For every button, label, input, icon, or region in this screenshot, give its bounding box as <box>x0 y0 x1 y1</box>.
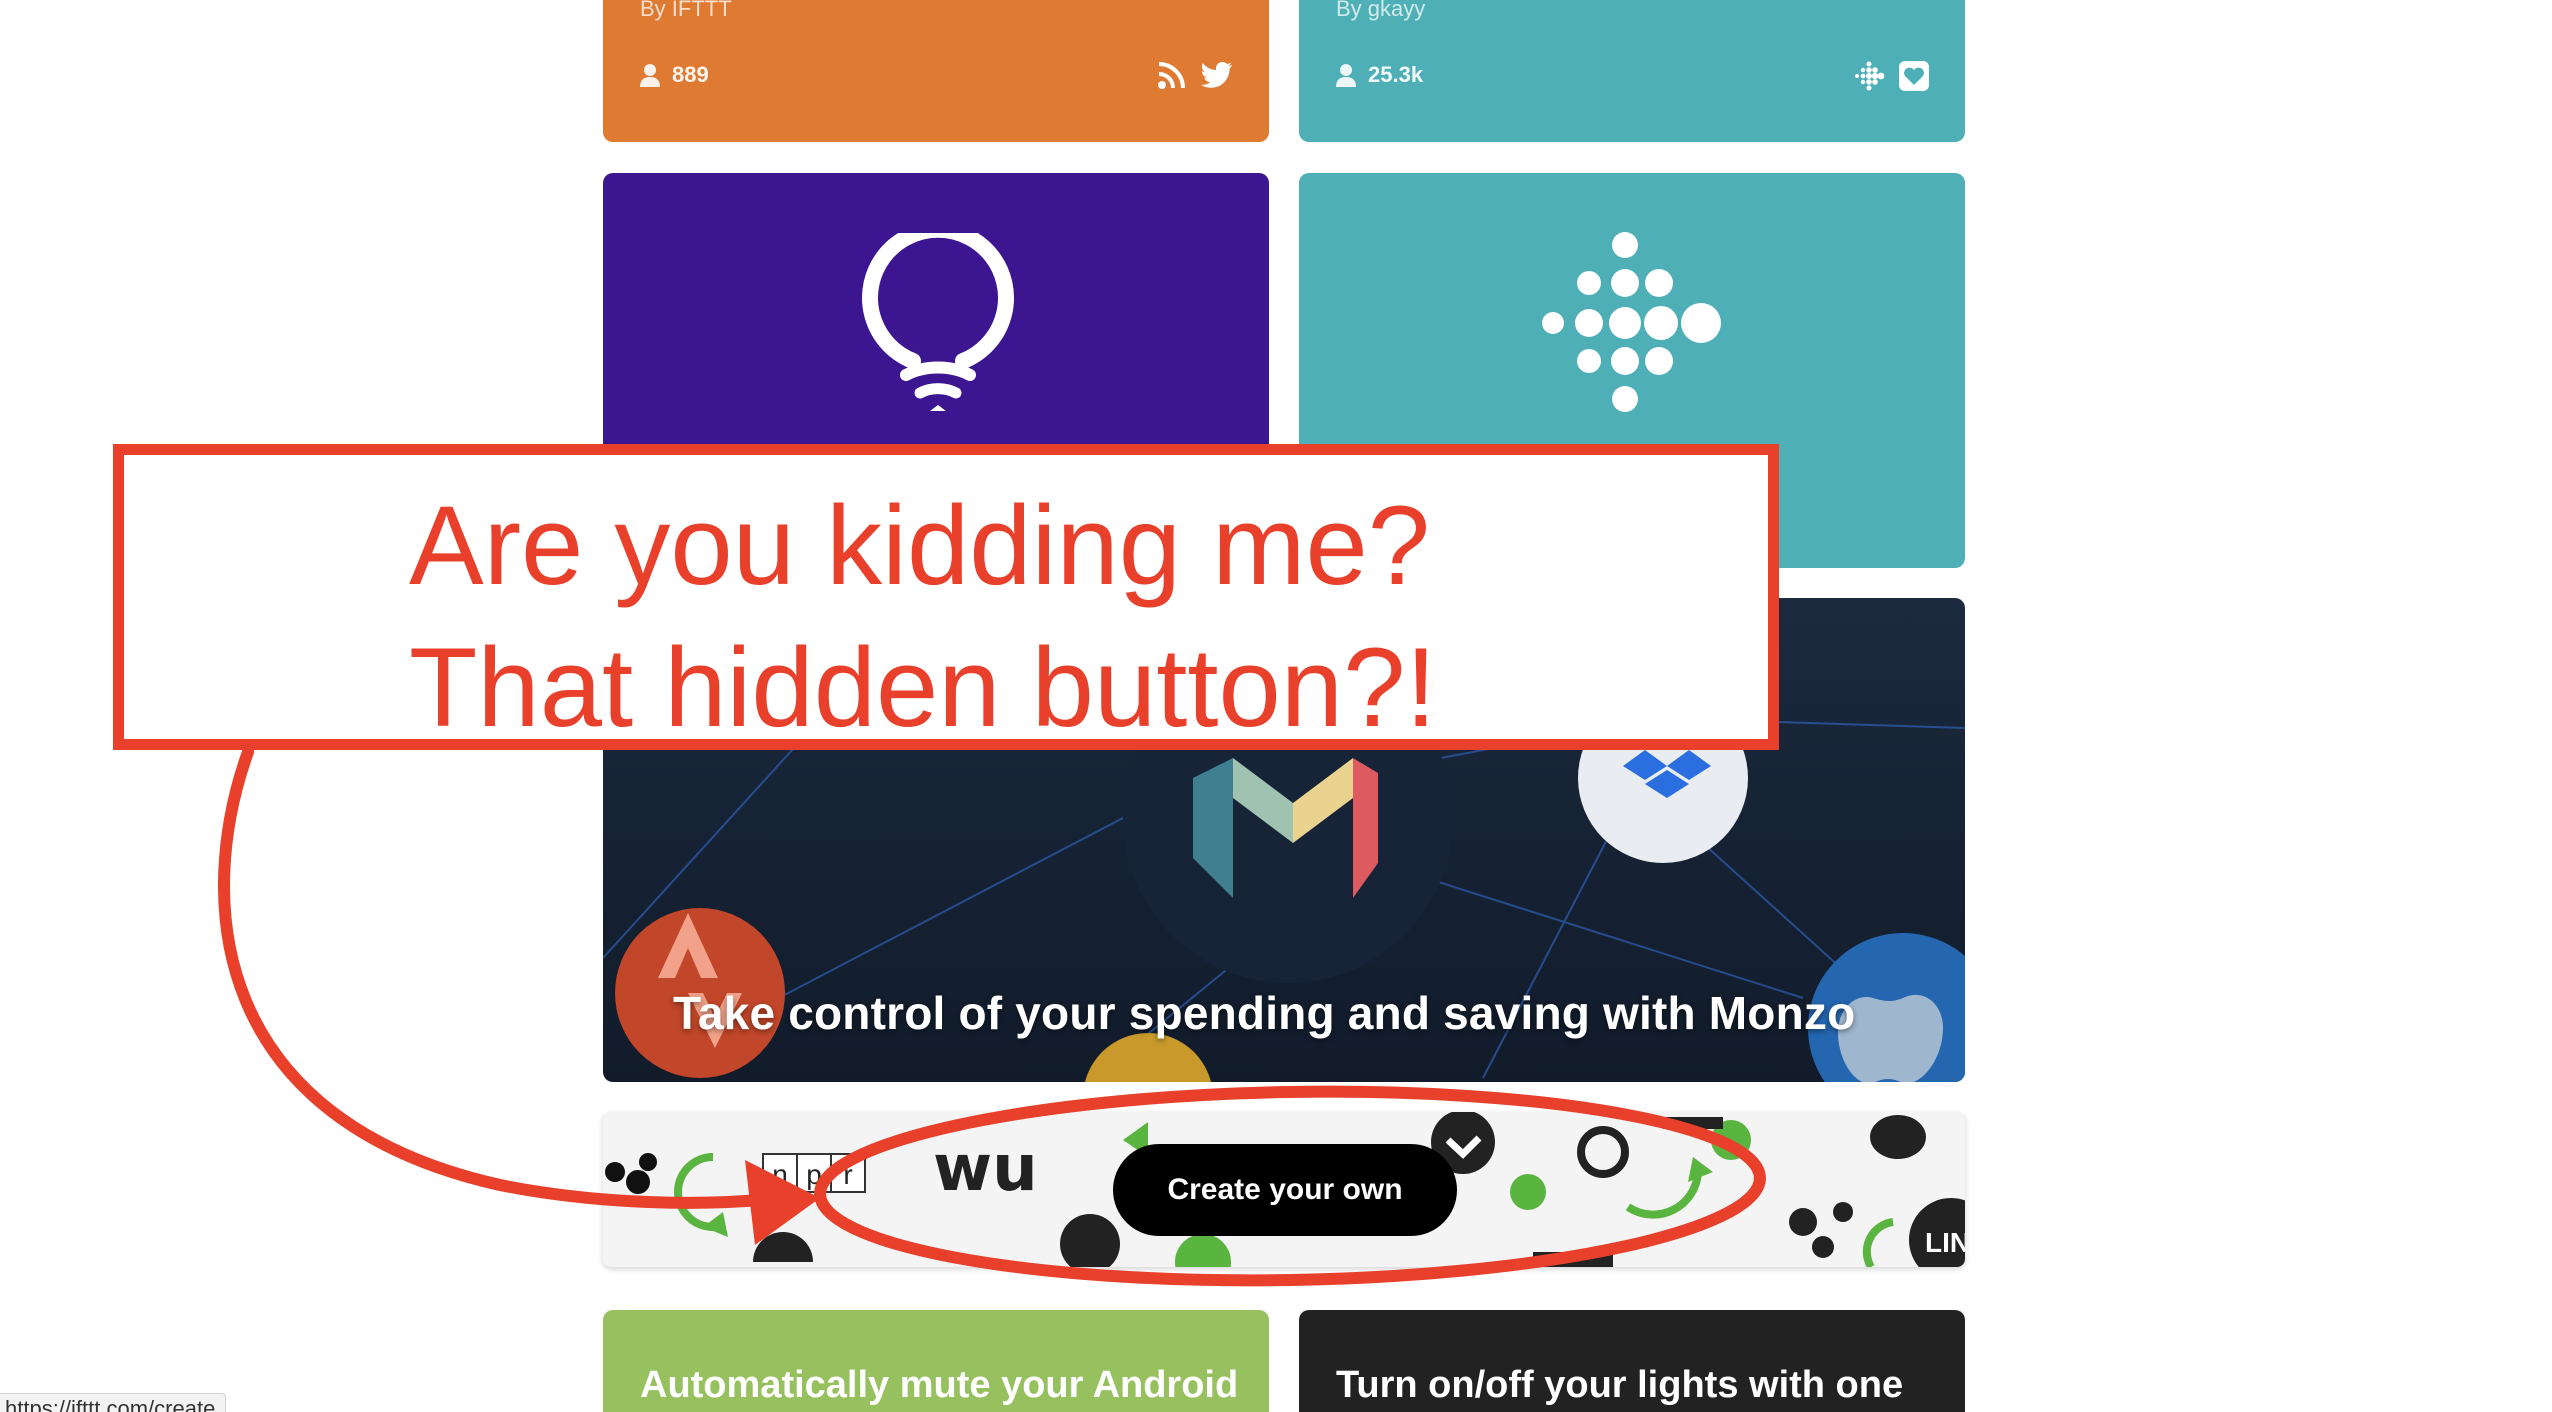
applet-user-count: 25.3k <box>1336 62 1423 88</box>
service-icons <box>1853 60 1929 92</box>
user-icon <box>1336 64 1356 87</box>
refresh-arrow-icon <box>674 1153 714 1231</box>
applet-card-gkayy[interactable]: By gkayy 25.3k <box>1299 0 1965 142</box>
line-logo-icon: LINE <box>1925 1227 1965 1258</box>
applet-title: Automatically mute your Android phone at… <box>640 1364 1239 1412</box>
applet-author: By IFTTT <box>640 0 732 21</box>
user-icon <box>640 64 660 87</box>
annotation-line-2: That hidden button?! <box>409 625 1437 750</box>
annotation-callout: Are you kidding me? That hidden button?! <box>113 444 1779 750</box>
applet-user-count: 889 <box>640 62 709 88</box>
npr-logo-icon: n p r <box>762 1153 866 1193</box>
annotation-line-1: Are you kidding me? <box>409 483 1431 608</box>
svg-text:r: r <box>843 1159 852 1190</box>
rss-icon <box>1158 62 1185 89</box>
status-bar-url: https://ifttt.com/create <box>0 1393 227 1412</box>
lifx-bulb-icon <box>862 233 1014 411</box>
fitbit-logo-icon <box>1542 232 1721 412</box>
svg-text:p: p <box>806 1159 822 1190</box>
user-count-value: 889 <box>672 62 709 87</box>
wunderground-logo-icon: wu <box>933 1132 1038 1206</box>
twitter-pattern-icon <box>1870 1115 1926 1159</box>
applet-card-lights[interactable]: Turn on/off your lights with one tap on … <box>1299 1310 1965 1412</box>
annotation-text: Are you kidding me? That hidden button?! <box>409 475 1436 759</box>
applet-author: By gkayy <box>1336 0 1426 21</box>
svg-text:n: n <box>772 1159 788 1190</box>
heart-icon <box>1899 61 1929 91</box>
applet-title: Turn on/off your lights with one tap on … <box>1336 1364 1904 1412</box>
create-your-own-button[interactable]: Create your own <box>1113 1144 1457 1236</box>
service-icons <box>1157 60 1233 90</box>
applet-card-ifttt[interactable]: By IFTTT 889 <box>603 0 1269 142</box>
dots-cluster-icon <box>1789 1202 1853 1258</box>
twitter-icon <box>1201 62 1232 88</box>
applet-title: Take control of your spending and saving… <box>673 987 1856 1039</box>
misc-dots-icon <box>605 1153 657 1194</box>
applet-card-android-mute[interactable]: Automatically mute your Android phone at… <box>603 1310 1269 1412</box>
user-count-value: 25.3k <box>1368 62 1424 87</box>
fitbit-icon <box>1855 61 1885 91</box>
